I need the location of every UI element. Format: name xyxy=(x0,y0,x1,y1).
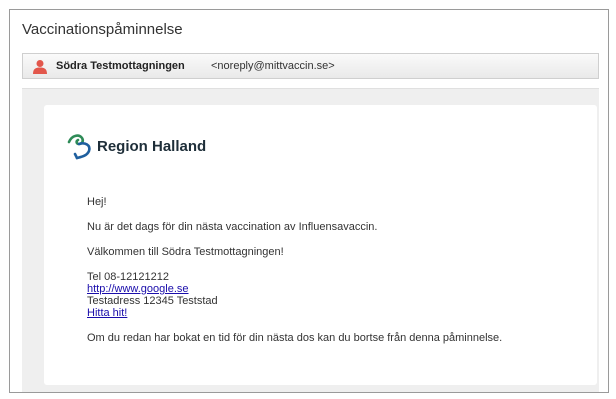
contact-avatar-icon[interactable] xyxy=(33,59,47,74)
message-body-area xyxy=(22,88,599,392)
logo-text: Region Halland xyxy=(97,138,207,155)
email-subject: Vaccinationspåminnelse xyxy=(22,21,183,38)
greeting-text: Hej! xyxy=(87,196,107,208)
sender-name[interactable]: Södra Testmottagningen xyxy=(56,60,185,72)
directions-link[interactable]: Hitta hit! xyxy=(87,307,127,319)
closing-message: Om du redan har bokat en tid för din näs… xyxy=(87,332,503,344)
website-link[interactable]: http://www.google.se xyxy=(87,283,189,295)
vaccination-message: Nu är det dags för din nästa vaccination… xyxy=(87,221,378,233)
address-text: Testadress 12345 Teststad xyxy=(87,295,218,307)
sender-bar: Södra Testmottagningen <noreply@mittvacc… xyxy=(22,53,599,79)
welcome-message: Välkommen till Södra Testmottagningen! xyxy=(87,246,284,258)
sender-email[interactable]: <noreply@mittvaccin.se> xyxy=(211,60,335,72)
phone-text: Tel 08-12121212 xyxy=(87,271,169,283)
region-halland-logo-icon xyxy=(67,134,91,160)
